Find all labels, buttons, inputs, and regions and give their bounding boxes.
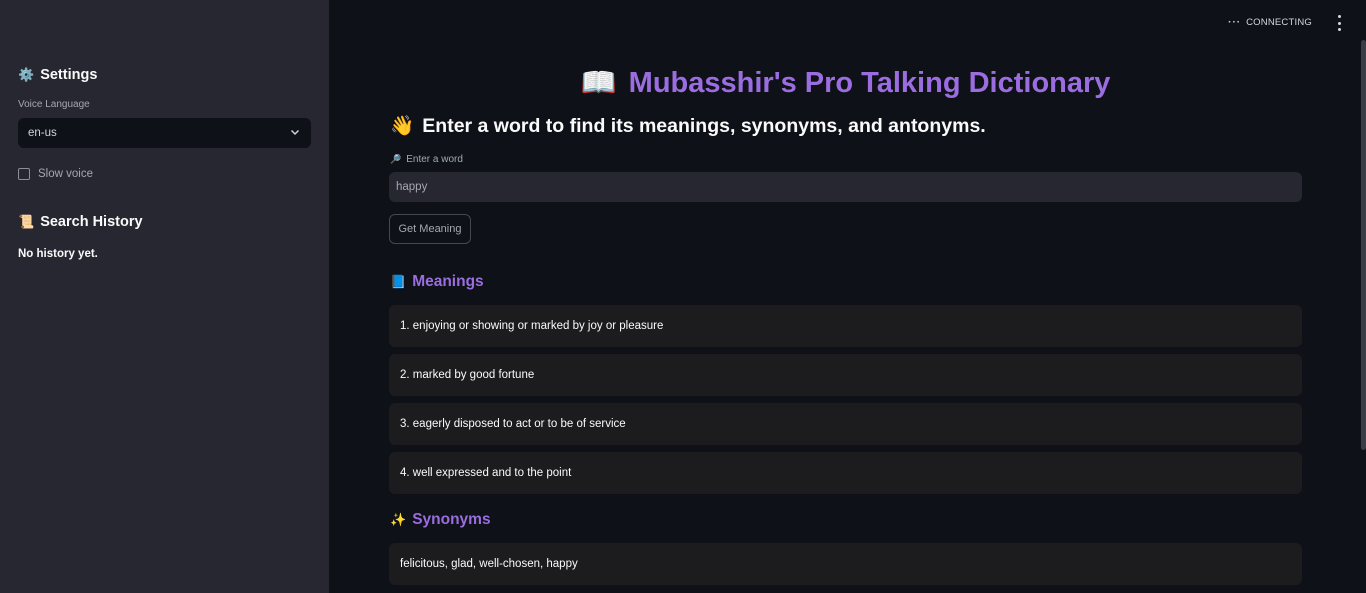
book-icon: 📖	[580, 67, 617, 99]
scrollbar[interactable]	[1361, 40, 1366, 450]
voice-language-label: Voice Language	[18, 99, 90, 110]
sparkles-icon: ✨	[390, 512, 407, 527]
settings-title: Settings	[40, 67, 98, 83]
search-history-title: Search History	[40, 214, 143, 230]
sidebar: ⚙️ Settings Voice Language en-us Slow vo…	[0, 0, 329, 593]
voice-language-select[interactable]: en-us	[18, 118, 311, 148]
waving-hand-icon: 👋	[390, 115, 415, 137]
meaning-card: 4. well expressed and to the point	[389, 452, 1302, 494]
get-meaning-button[interactable]: Get Meaning	[389, 214, 471, 244]
blue-book-icon: 📘	[390, 274, 407, 289]
history-empty-text: No history yet.	[18, 248, 98, 260]
kebab-dot-icon	[1337, 15, 1341, 18]
meaning-card: 3. eagerly disposed to act or to be of s…	[389, 403, 1302, 445]
status-text: CONNECTING	[1246, 17, 1312, 28]
slow-voice-label: Slow voice	[38, 168, 93, 180]
word-input[interactable]	[389, 172, 1302, 202]
meaning-card: 1. enjoying or showing or marked by joy …	[389, 305, 1302, 347]
kebab-dot-icon	[1337, 28, 1341, 31]
settings-header: ⚙️ Settings	[18, 67, 97, 83]
scroll-icon: 📜	[18, 214, 35, 229]
synonyms-card: felicitous, glad, well-chosen, happy	[389, 543, 1302, 585]
checkbox-box[interactable]	[18, 168, 30, 180]
slow-voice-checkbox[interactable]: Slow voice	[18, 168, 93, 180]
word-input-label-text: Enter a word	[406, 154, 463, 165]
meanings-title: Meanings	[412, 273, 484, 290]
synonyms-header: ✨ Synonyms	[390, 511, 491, 529]
word-input-label: 🔎 Enter a word	[390, 154, 463, 165]
gear-icon: ⚙️	[18, 67, 35, 82]
connection-status: ··· CONNECTING	[1228, 17, 1312, 28]
magnifier-icon: 🔎	[390, 154, 402, 164]
page-title-text: Mubasshir's Pro Talking Dictionary	[628, 67, 1111, 99]
kebab-dot-icon	[1337, 21, 1341, 25]
search-history-header: 📜 Search History	[18, 214, 143, 230]
page-subtitle: 👋 Enter a word to find its meanings, syn…	[390, 114, 986, 138]
page-title: 📖 Mubasshir's Pro Talking Dictionary	[389, 66, 1302, 100]
meanings-header: 📘 Meanings	[390, 273, 484, 291]
status-dots-icon: ···	[1228, 17, 1242, 28]
chevron-down-icon	[290, 129, 300, 136]
synonyms-title: Synonyms	[412, 511, 491, 528]
main-menu-button[interactable]	[1334, 15, 1344, 31]
meaning-card: 2. marked by good fortune	[389, 354, 1302, 396]
voice-language-value: en-us	[28, 127, 57, 139]
page-subtitle-text: Enter a word to find its meanings, synon…	[422, 114, 986, 137]
